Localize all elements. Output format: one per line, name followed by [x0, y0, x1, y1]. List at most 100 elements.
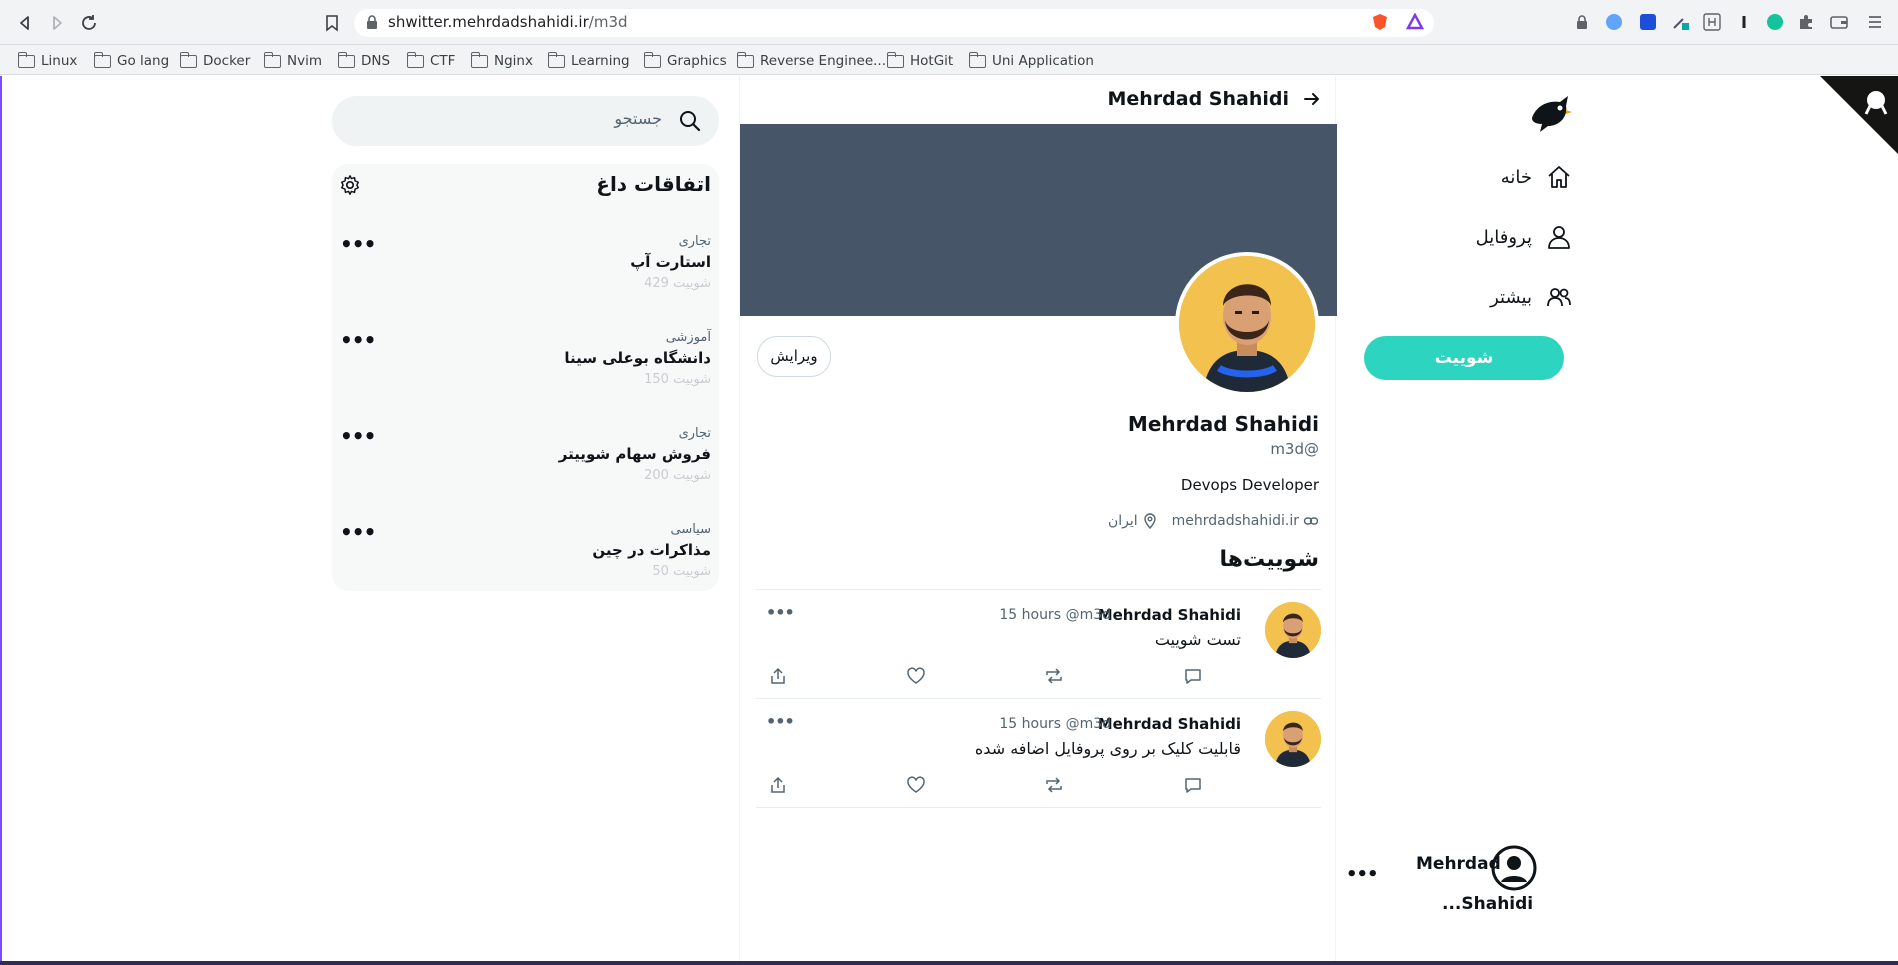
tweet-item[interactable]: Mehrdad Shahidi @m3d 15 hours قابلیت کلی… [756, 698, 1321, 808]
trend-count: 429 شوییت [644, 276, 711, 291]
tweet-avatar[interactable] [1265, 602, 1321, 658]
page: جستجو اتفاقات داغ تجاری استارت آپ 429 شو… [0, 76, 1898, 961]
more-options-icon[interactable]: ••• [766, 712, 795, 731]
retweet-icon[interactable] [1044, 666, 1064, 686]
more-options-icon[interactable]: ••• [340, 328, 376, 352]
extensions-puzzle-icon[interactable] [1797, 13, 1815, 31]
bookmark-folder[interactable]: Go lang [93, 51, 169, 71]
folder-icon [886, 51, 904, 68]
nav-more[interactable]: بیشتر [1490, 277, 1572, 317]
bookmark-folder[interactable]: Learning [547, 51, 630, 71]
share-icon[interactable] [768, 775, 788, 795]
account-avatar-icon [1491, 845, 1537, 891]
bookmark-folder[interactable]: Nginx [470, 51, 533, 71]
bookmark-folder[interactable]: HotGit [886, 51, 953, 71]
more-options-icon[interactable]: ••• [1346, 864, 1379, 885]
reload-icon[interactable] [78, 12, 100, 34]
folder-icon [337, 51, 355, 68]
bookmark-icon[interactable] [321, 12, 343, 34]
nav-home-label: خانه [1500, 166, 1532, 188]
gear-icon[interactable] [339, 174, 361, 196]
share-icon[interactable] [768, 666, 788, 686]
nav-profile[interactable]: پروفایل [1476, 217, 1572, 257]
url-host: shwitter.mehrdadshahidi.ir [388, 13, 589, 31]
nav-home[interactable]: خانه [1501, 157, 1572, 197]
extension-i-icon[interactable] [1735, 13, 1753, 31]
extension-lock-icon[interactable] [1573, 13, 1591, 31]
trend-item[interactable]: تجاری فروش سهام شوییتر 200 شوییت ••• [332, 424, 719, 506]
more-options-icon[interactable]: ••• [340, 232, 376, 256]
bookmark-label: Docker [203, 53, 251, 69]
profile-website-link[interactable]: mehrdadshahidi.ir [1172, 513, 1299, 529]
tweet-author-handle: @m3d [1065, 716, 1111, 732]
trend-item[interactable]: تجاری استارت آپ 429 شوییت ••• [332, 232, 719, 314]
like-heart-icon[interactable] [906, 666, 926, 686]
bookmark-folder[interactable]: Docker [179, 51, 251, 71]
wallet-icon[interactable] [1830, 13, 1848, 31]
edit-profile-button[interactable]: ویرایش [757, 336, 831, 377]
search-icon [680, 111, 701, 132]
bookmark-folder[interactable]: DNS [337, 51, 391, 71]
bookmark-label: Uni Application [992, 53, 1094, 69]
bookmarks-bar: Linux Go lang Docker Nvim DNS CTF Nginx … [0, 45, 1898, 75]
profile-avatar[interactable] [1175, 252, 1319, 396]
search-input[interactable]: جستجو [332, 96, 719, 146]
tweet-button[interactable]: شوییت [1364, 336, 1564, 380]
bookmark-label: Learning [571, 53, 630, 69]
reply-comment-icon[interactable] [1183, 666, 1203, 686]
folder-icon [263, 51, 281, 68]
profile-meta: ایران mehrdadshahidi.ir [1108, 513, 1319, 529]
nav-more-label: بیشتر [1490, 286, 1532, 308]
brave-shield-icon[interactable] [1371, 13, 1389, 31]
more-options-icon[interactable]: ••• [766, 603, 795, 622]
url-text: shwitter.mehrdadshahidi.ir/m3d [388, 13, 628, 31]
account-name: Mehrdad [1416, 854, 1501, 874]
trend-item[interactable]: آموزشی دانشگاه بوعلی سینا 150 شوییت ••• [332, 328, 719, 410]
brave-rewards-icon[interactable] [1405, 12, 1425, 31]
tweet-text: تست شوییت [1154, 630, 1241, 649]
bookmark-label: DNS [361, 53, 391, 69]
forward-nav-icon[interactable] [46, 12, 68, 34]
profile-bio: Devops Developer [1180, 476, 1319, 494]
trend-item[interactable]: سیاسی مذاکرات در چین 50 شوییت ••• [332, 520, 719, 602]
bookmark-label: CTF [430, 53, 456, 69]
grammarly-icon[interactable] [1766, 13, 1784, 31]
trend-category: سیاسی [670, 522, 711, 537]
extension-tool-icon[interactable] [1671, 13, 1689, 31]
bookmark-label: Nginx [494, 53, 533, 69]
account-switcher[interactable]: ••• Mehrdad ...Shahidi [1346, 844, 1576, 934]
bird-logo-icon[interactable] [1526, 88, 1574, 136]
bookmark-folder[interactable]: Linux [17, 51, 77, 71]
folder-icon [968, 51, 986, 68]
bookmark-folder[interactable]: CTF [406, 51, 456, 71]
address-bar[interactable]: shwitter.mehrdadshahidi.ir/m3d [354, 9, 1434, 37]
taskbar-strip [0, 961, 1898, 965]
trend-name: مذاکرات در چین [592, 541, 711, 559]
user-icon [1548, 226, 1570, 249]
back-nav-icon[interactable] [14, 12, 36, 34]
extension-translate-icon[interactable] [1639, 13, 1657, 31]
tweet-time: 15 hours [999, 716, 1061, 732]
tweet-avatar[interactable] [1265, 711, 1321, 767]
back-arrow-icon[interactable] [1301, 88, 1323, 110]
tweet-author-name[interactable]: Mehrdad Shahidi [1098, 606, 1241, 624]
like-heart-icon[interactable] [906, 775, 926, 795]
folder-icon [736, 51, 754, 68]
trend-category: آموزشی [665, 330, 711, 345]
more-options-icon[interactable]: ••• [340, 520, 376, 544]
extension-blue-icon[interactable] [1605, 13, 1623, 31]
menu-icon[interactable] [1866, 13, 1884, 31]
tweet-item[interactable]: Mehrdad Shahidi @m3d 15 hours تست شوییت … [756, 589, 1321, 698]
bookmark-folder[interactable]: Graphics [643, 51, 727, 71]
reply-comment-icon[interactable] [1183, 775, 1203, 795]
retweet-icon[interactable] [1044, 775, 1064, 795]
bookmark-folder[interactable]: Uni Application [968, 51, 1094, 71]
profile-location: ایران [1107, 513, 1138, 529]
bookmark-folder[interactable]: Nvim [263, 51, 322, 71]
bookmark-folder[interactable]: Reverse Enginee... [736, 51, 886, 71]
more-options-icon[interactable]: ••• [340, 424, 376, 448]
tweet-author-name[interactable]: Mehrdad Shahidi [1098, 715, 1241, 733]
extension-h-icon[interactable] [1703, 13, 1721, 31]
github-corner-icon[interactable] [1820, 76, 1898, 156]
folder-icon [93, 51, 111, 68]
